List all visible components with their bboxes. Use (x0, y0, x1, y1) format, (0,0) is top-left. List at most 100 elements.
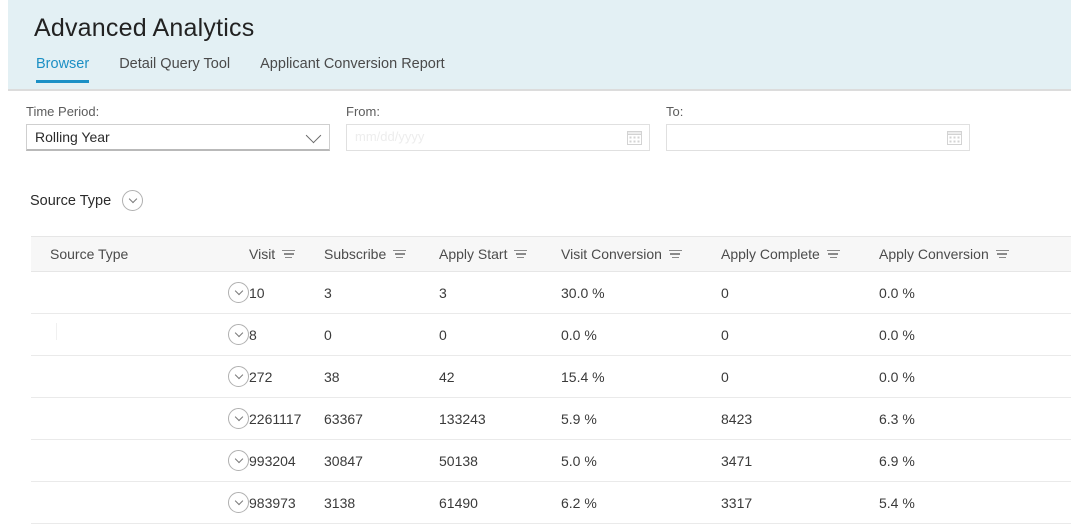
chevron-down-circle-icon[interactable] (228, 408, 249, 429)
cell-visit: 2261117 (249, 397, 324, 440)
cell-apply-conversion: 0.0 % (879, 271, 1071, 314)
cell-subscribe[interactable]: 63367 (324, 397, 439, 440)
sort-icon[interactable] (282, 249, 296, 259)
time-period-select[interactable]: Rolling Year (26, 124, 330, 151)
chevron-down-icon (305, 127, 322, 144)
chevron-down-circle-icon[interactable] (228, 492, 249, 513)
cell-apply-conversion: 6.9 % (879, 439, 1071, 482)
tab-applicant-conversion-report-label: Applicant Conversion Report (260, 56, 445, 72)
cell-apply-complete[interactable]: 8423 (721, 397, 879, 440)
table-row: 8 0 0 0.0 % 0 0.0 % (31, 313, 1071, 356)
cell-visit: 8 (249, 313, 324, 356)
source-type-group-label: Source Type (30, 192, 112, 209)
chevron-down-circle-icon[interactable] (228, 324, 249, 345)
cell-apply-start[interactable]: 3 (439, 271, 561, 314)
column-header-apply-conversion-label: Apply Conversion (879, 246, 989, 262)
chevron-down-circle-icon[interactable] (228, 282, 249, 303)
cell-apply-complete[interactable]: 3317 (721, 481, 879, 524)
from-date-placeholder: mm/dd/yyyy (355, 129, 425, 144)
column-header-source-type[interactable]: Source Type (31, 236, 249, 272)
cell-visit-conversion: 5.0 % (561, 439, 721, 482)
cell-apply-start[interactable]: 42 (439, 355, 561, 398)
text-cursor-artifact (56, 323, 57, 340)
sort-icon[interactable] (826, 249, 840, 259)
table-row: 2261117 63367 133243 5.9 % 8423 6.3 % (31, 397, 1071, 440)
cell-apply-conversion: 0.0 % (879, 313, 1071, 356)
chevron-down-circle-icon[interactable] (228, 450, 249, 471)
to-date-label: To: (666, 104, 684, 119)
from-date-label: From: (346, 104, 380, 119)
row-expand-cell[interactable] (31, 355, 249, 398)
cell-visit: 993204 (249, 439, 324, 482)
column-header-apply-complete-label: Apply Complete (721, 246, 820, 262)
row-expand-cell[interactable] (31, 271, 249, 314)
source-type-group-header: Source Type (30, 190, 144, 211)
cell-subscribe[interactable]: 38 (324, 355, 439, 398)
sort-icon[interactable] (995, 249, 1009, 259)
row-expand-cell[interactable] (31, 439, 249, 482)
analytics-table: Source Type Visit Subscribe Apply Start … (31, 236, 1071, 524)
page-title: Advanced Analytics (34, 14, 255, 42)
calendar-icon[interactable] (947, 130, 962, 145)
to-date-input[interactable] (666, 124, 970, 151)
column-header-apply-start[interactable]: Apply Start (439, 236, 561, 272)
filter-bar: Time Period: Rolling Year From: mm/dd/yy… (0, 92, 1071, 164)
column-header-subscribe[interactable]: Subscribe (324, 236, 439, 272)
cell-apply-complete[interactable]: 0 (721, 271, 879, 314)
advanced-analytics-page: Advanced Analytics Browser Detail Query … (0, 0, 1071, 524)
sort-icon[interactable] (514, 249, 528, 259)
cell-apply-start[interactable]: 61490 (439, 481, 561, 524)
cell-apply-complete[interactable]: 0 (721, 313, 879, 356)
cell-apply-start[interactable]: 133243 (439, 397, 561, 440)
row-expand-cell[interactable] (31, 481, 249, 524)
from-date-input[interactable]: mm/dd/yyyy (346, 124, 650, 151)
column-header-apply-complete[interactable]: Apply Complete (721, 236, 879, 272)
column-header-apply-conversion[interactable]: Apply Conversion (879, 236, 1071, 272)
time-period-label: Time Period: (26, 104, 100, 119)
cell-subscribe[interactable]: 0 (324, 313, 439, 356)
tab-applicant-conversion-report[interactable]: Applicant Conversion Report (260, 56, 445, 83)
table-row: 983973 3138 61490 6.2 % 3317 5.4 % (31, 481, 1071, 524)
cell-apply-conversion: 6.3 % (879, 397, 1071, 440)
cell-apply-start[interactable]: 0 (439, 313, 561, 356)
cell-apply-conversion: 5.4 % (879, 481, 1071, 524)
row-expand-cell[interactable] (31, 397, 249, 440)
cell-apply-start[interactable]: 50138 (439, 439, 561, 482)
cell-apply-conversion: 0.0 % (879, 355, 1071, 398)
tab-detail-query-tool[interactable]: Detail Query Tool (119, 56, 230, 83)
tab-bar: Browser Detail Query Tool Applicant Conv… (36, 56, 475, 83)
column-header-subscribe-label: Subscribe (324, 246, 387, 262)
time-period-field: Time Period: Rolling Year (26, 104, 330, 151)
calendar-icon[interactable] (627, 130, 642, 145)
cell-visit-conversion: 6.2 % (561, 481, 721, 524)
cell-apply-complete[interactable]: 3471 (721, 439, 879, 482)
cell-visit-conversion: 15.4 % (561, 355, 721, 398)
tab-browser-label: Browser (36, 56, 90, 72)
time-period-value: Rolling Year (35, 129, 110, 145)
column-header-visit-conversion-label: Visit Conversion (561, 246, 662, 262)
cell-visit: 272 (249, 355, 324, 398)
chevron-down-circle-icon[interactable] (122, 190, 144, 211)
row-expand-cell[interactable] (31, 313, 249, 356)
table-header-row: Source Type Visit Subscribe Apply Start … (31, 236, 1071, 272)
cell-visit: 10 (249, 271, 324, 314)
page-header: Advanced Analytics Browser Detail Query … (8, 0, 1071, 90)
cell-subscribe[interactable]: 3138 (324, 481, 439, 524)
table-row: 993204 30847 50138 5.0 % 3471 6.9 % (31, 439, 1071, 482)
column-header-visit-conversion[interactable]: Visit Conversion (561, 236, 721, 272)
column-header-apply-start-label: Apply Start (439, 246, 508, 262)
cell-subscribe[interactable]: 30847 (324, 439, 439, 482)
cell-subscribe[interactable]: 3 (324, 271, 439, 314)
cell-visit-conversion: 30.0 % (561, 271, 721, 314)
sort-icon[interactable] (393, 249, 407, 259)
chevron-down-circle-icon[interactable] (228, 366, 249, 387)
tab-detail-query-tool-label: Detail Query Tool (119, 56, 231, 72)
tab-browser[interactable]: Browser (36, 56, 90, 83)
table-row: 10 3 3 30.0 % 0 0.0 % (31, 271, 1071, 314)
cell-visit-conversion: 0.0 % (561, 313, 721, 356)
sort-icon[interactable] (668, 249, 682, 259)
cell-visit: 983973 (249, 481, 324, 524)
cell-apply-complete[interactable]: 0 (721, 355, 879, 398)
column-header-visit[interactable]: Visit (249, 236, 324, 272)
to-date-field: To: (666, 104, 970, 151)
